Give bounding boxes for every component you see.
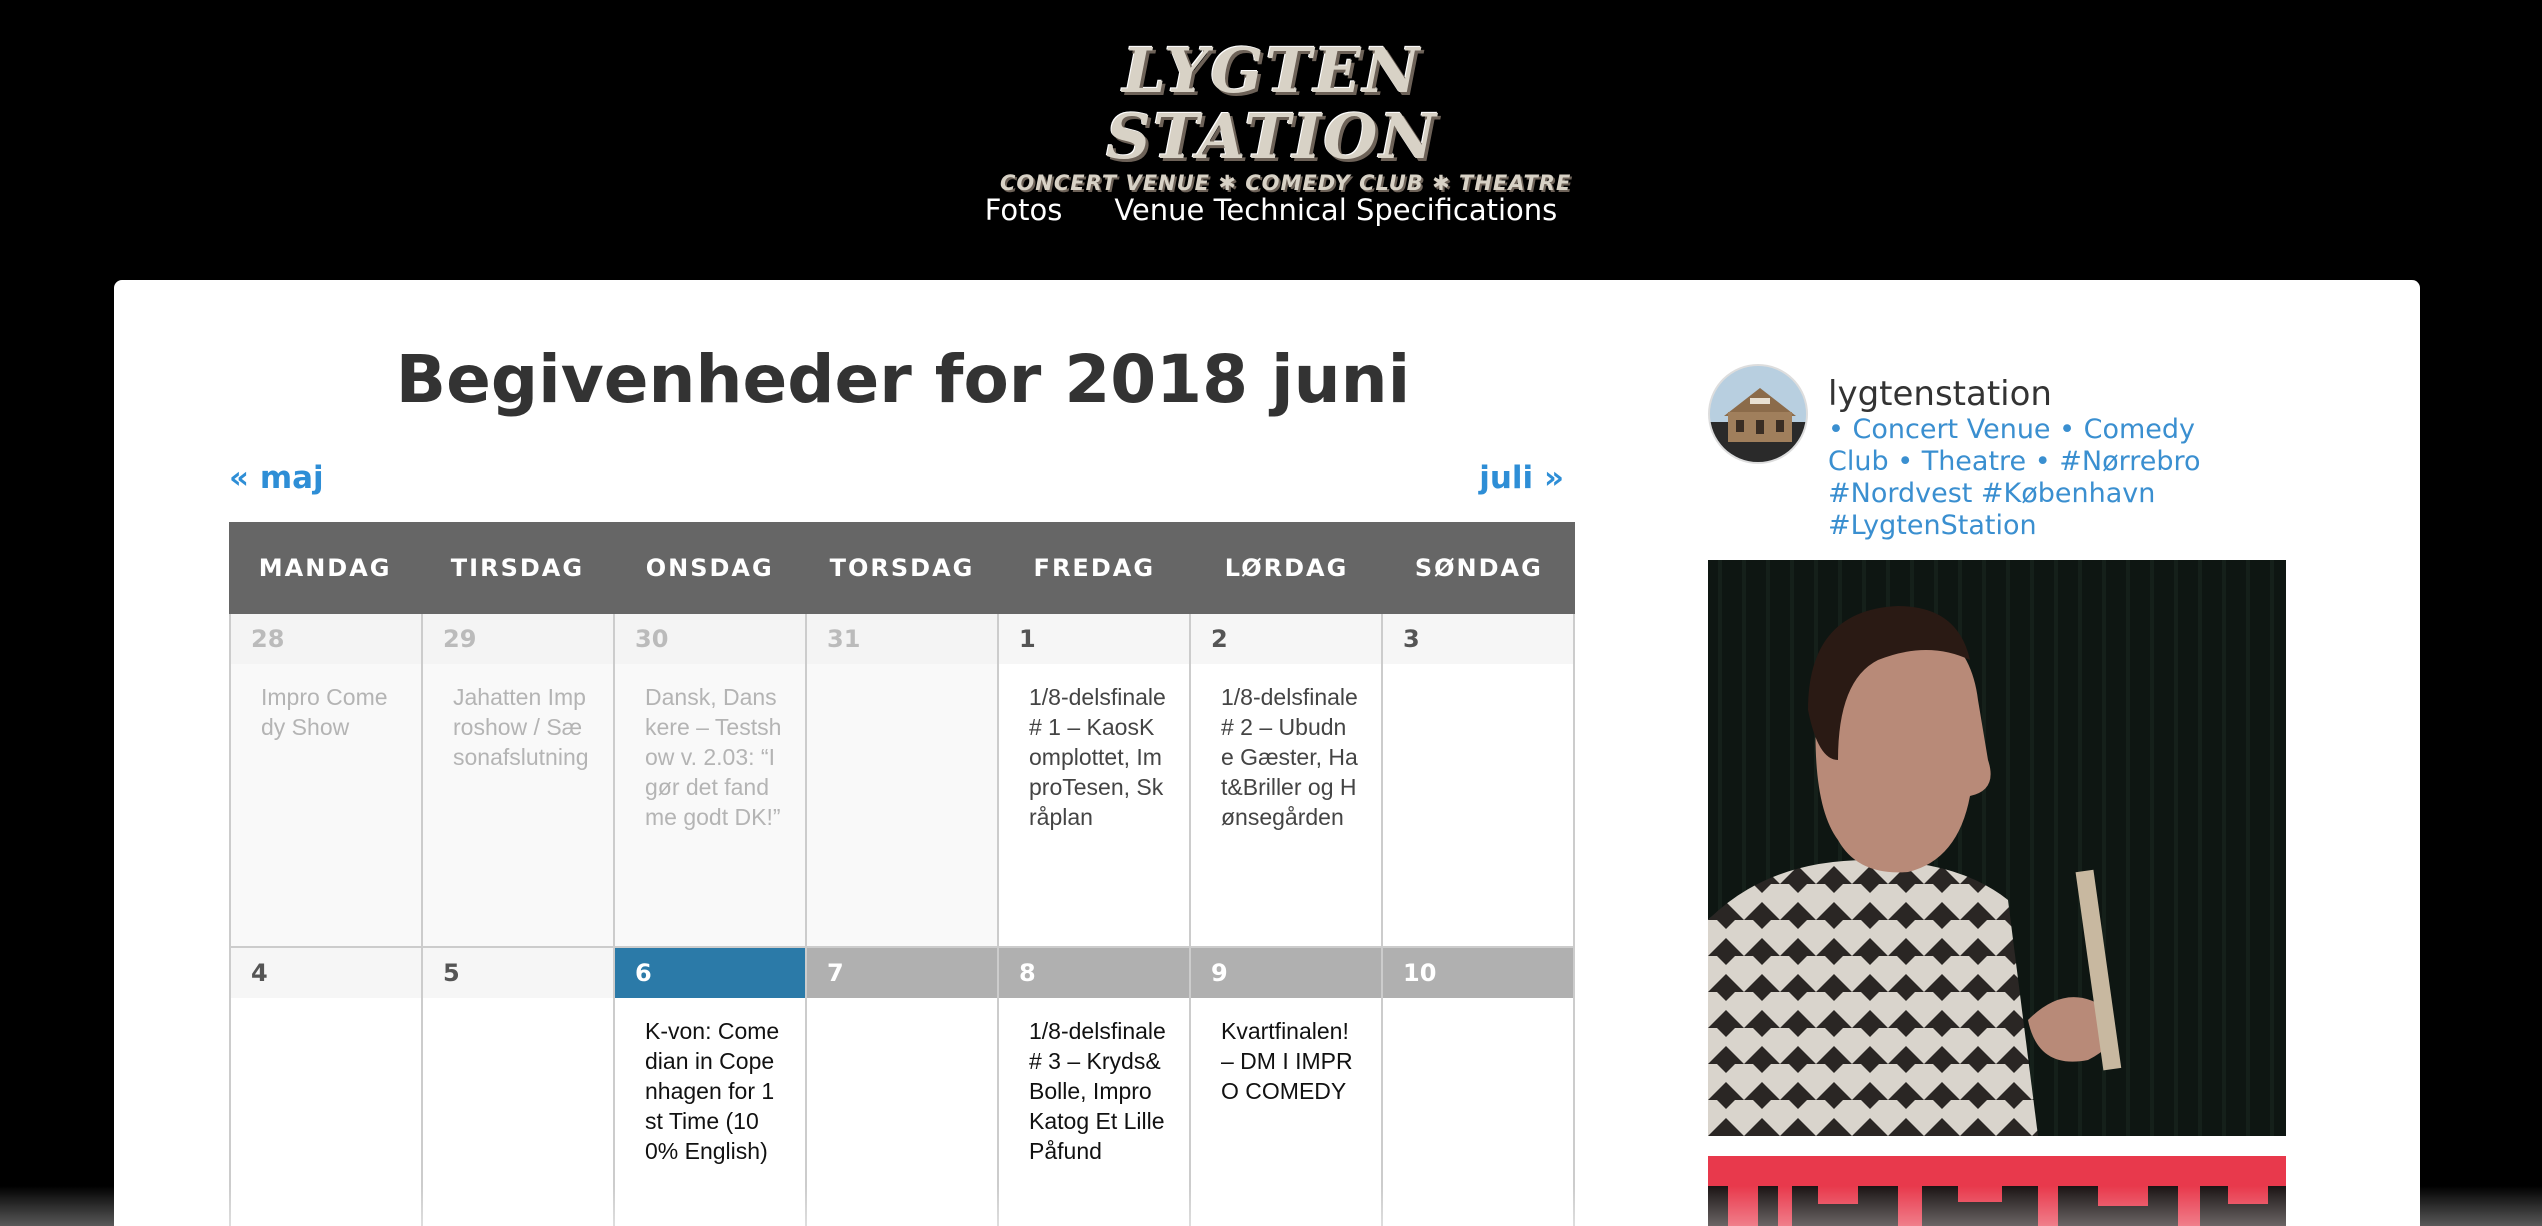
weekday-thursday: TORSDAG bbox=[829, 554, 975, 582]
event-link[interactable]: Impro Comedy Show bbox=[231, 664, 421, 742]
day-number: 8 bbox=[999, 948, 1189, 998]
calendar-day: 28 Impro Comedy Show bbox=[231, 614, 423, 948]
event-link[interactable]: Jahatten Improshow / Sæsonafslutning bbox=[423, 664, 613, 772]
day-number: 29 bbox=[423, 614, 613, 664]
day-number: 2 bbox=[1191, 614, 1381, 664]
calendar-day: 7 bbox=[807, 948, 999, 1226]
calendar-day: 2 1/8-delsfinale # 2 – Ubudne Gæster, Ha… bbox=[1191, 614, 1383, 948]
nav-link-fotos[interactable]: Fotos bbox=[985, 186, 1063, 234]
poster-image bbox=[1708, 1156, 2286, 1226]
prev-month-link[interactable]: « maj bbox=[229, 458, 324, 498]
weekday-tuesday: TIRSDAG bbox=[450, 554, 585, 582]
calendar-day: 9 Kvartfinalen! – DM I IMPRO COMEDY bbox=[1191, 948, 1383, 1226]
day-number: 10 bbox=[1383, 948, 1573, 998]
event-link bbox=[807, 664, 997, 682]
profile-avatar[interactable] bbox=[1708, 364, 1808, 464]
profile-username[interactable]: lygtenstation bbox=[1828, 372, 2052, 416]
event-link bbox=[1383, 664, 1573, 682]
event-link bbox=[423, 998, 613, 1016]
event-link[interactable]: 1/8-delsfinale # 1 – KaosKomplottet, Imp… bbox=[999, 664, 1189, 832]
calendar-day: 5 bbox=[423, 948, 615, 1226]
day-number: 31 bbox=[807, 614, 997, 664]
calendar-grid: MANDAG TIRSDAG ONSDAG TORSDAG FREDAG LØR… bbox=[229, 522, 1575, 1226]
event-link[interactable]: K-von: Comedian in Copenhagen for 1st Ti… bbox=[615, 998, 805, 1166]
day-number: 3 bbox=[1383, 614, 1573, 664]
calendar-day: 1 1/8-delsfinale # 1 – KaosKomplottet, I… bbox=[999, 614, 1191, 948]
weekday-sunday: SØNDAG bbox=[1414, 554, 1543, 582]
calendar-day: 4 bbox=[231, 948, 423, 1226]
calendar-weekday-header: MANDAG TIRSDAG ONSDAG TORSDAG FREDAG LØR… bbox=[229, 522, 1575, 614]
event-link[interactable]: 1/8-delsfinale # 3 – Kryds&Bolle, ImproK… bbox=[999, 998, 1189, 1166]
logo-title: LYGTEN STATION bbox=[1105, 34, 1439, 173]
calendar-week: 28 Impro Comedy Show 29 Jahatten Improsh… bbox=[229, 614, 1575, 948]
calendar-day: 31 bbox=[807, 614, 999, 948]
weekday-saturday: LØRDAG bbox=[1224, 554, 1349, 582]
day-number: 7 bbox=[807, 948, 997, 998]
instagram-photo[interactable] bbox=[1708, 1156, 2286, 1226]
day-number: 28 bbox=[231, 614, 421, 664]
event-link[interactable]: Dansk, Danskere – Testshow v. 2.03: “I g… bbox=[615, 664, 805, 832]
event-link bbox=[231, 998, 421, 1016]
day-number: 5 bbox=[423, 948, 613, 998]
calendar-day-today: 6 K-von: Comedian in Copenhagen for 1st … bbox=[615, 948, 807, 1226]
day-number: 1 bbox=[999, 614, 1189, 664]
event-link[interactable]: 1/8-delsfinale # 2 – Ubudne Gæster, Hat&… bbox=[1191, 664, 1381, 832]
station-building-icon bbox=[1710, 366, 1806, 462]
calendar-day: 29 Jahatten Improshow / Sæsonafslutning bbox=[423, 614, 615, 948]
event-link[interactable]: Kvartfinalen! – DM I IMPRO COMEDY bbox=[1191, 998, 1381, 1106]
weekday-friday: FREDAG bbox=[1033, 554, 1156, 582]
person-portrait-image bbox=[1708, 560, 2286, 1136]
calendar-day: 3 bbox=[1383, 614, 1575, 948]
day-number: 9 bbox=[1191, 948, 1381, 998]
profile-bio: • Concert Venue • Comedy Club • Theatre … bbox=[1828, 414, 2201, 541]
calendar-day: 10 bbox=[1383, 948, 1575, 1226]
page-title: Begivenheder for 2018 juni bbox=[395, 341, 1411, 418]
calendar-day: 30 Dansk, Danskere – Testshow v. 2.03: “… bbox=[615, 614, 807, 948]
day-number: 4 bbox=[231, 948, 421, 998]
weekday-wednesday: ONSDAG bbox=[645, 554, 774, 582]
site-logo[interactable]: LYGTEN STATION CONCERT VENUE ✱ COMEDY CL… bbox=[1000, 38, 1570, 196]
next-month-link[interactable]: juli » bbox=[1479, 458, 1564, 498]
day-number: 6 bbox=[615, 948, 805, 998]
event-link bbox=[807, 998, 997, 1016]
weekday-monday: MANDAG bbox=[258, 554, 392, 582]
main-nav: Fotos Venue Technical Specifications bbox=[0, 186, 2542, 234]
calendar-week: 4 5 6 K-von: Comedian in Copenhagen for … bbox=[229, 948, 1575, 1226]
event-link bbox=[1383, 998, 1573, 1016]
nav-link-venue-specs[interactable]: Venue Technical Specifications bbox=[1114, 186, 1557, 234]
calendar-day: 8 1/8-delsfinale # 3 – Kryds&Bolle, Impr… bbox=[999, 948, 1191, 1226]
day-number: 30 bbox=[615, 614, 805, 664]
instagram-photo[interactable] bbox=[1708, 560, 2286, 1136]
